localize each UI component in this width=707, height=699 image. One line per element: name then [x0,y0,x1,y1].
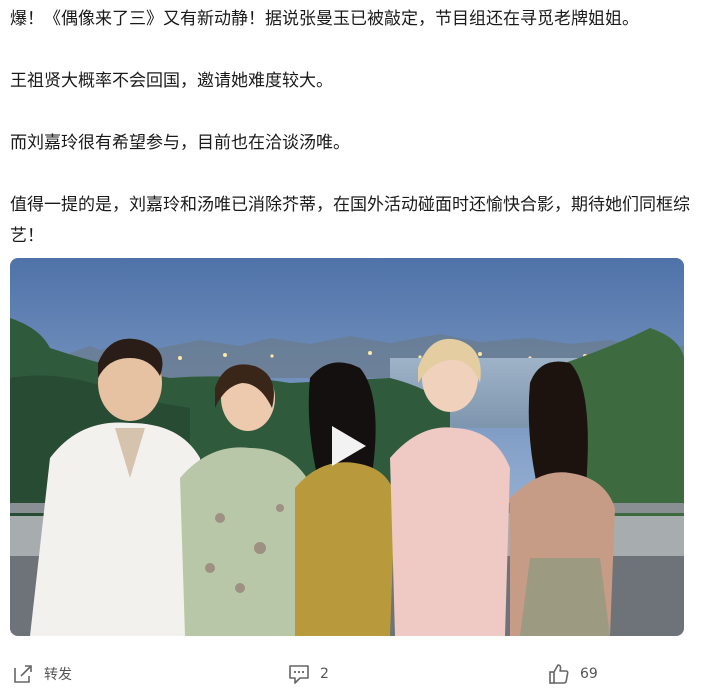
like-button[interactable]: 69 [548,663,598,685]
comment-count: 2 [320,666,329,682]
play-icon [332,426,366,466]
post-paragraph-2: 王祖贤大概率不会回国，邀请她难度较大。 [10,71,333,91]
post-paragraph-1: 爆！《偶像来了三》又有新动静！据说张曼玉已被敲定，节目组还在寻觅老牌姐姐。 [10,9,639,29]
forward-button[interactable]: 转发 [12,663,72,685]
comment-icon [289,665,309,684]
like-count: 69 [580,666,598,682]
post-paragraph-4: 值得一提的是，刘嘉玲和汤唯已消除芥蒂，在国外活动碰面时还愉快合影，期待她们同框综… [10,195,690,246]
thumbs-up-icon [549,664,569,684]
action-bar: 转发 2 69 [0,655,707,695]
video-player[interactable] [10,258,684,636]
share-icon [14,665,32,683]
comment-button[interactable]: 2 [288,663,329,685]
post-paragraph-3: 而刘嘉玲很有希望参与，目前也在洽谈汤唯。 [10,133,350,153]
play-button[interactable] [325,423,371,469]
forward-label: 转发 [44,667,72,683]
